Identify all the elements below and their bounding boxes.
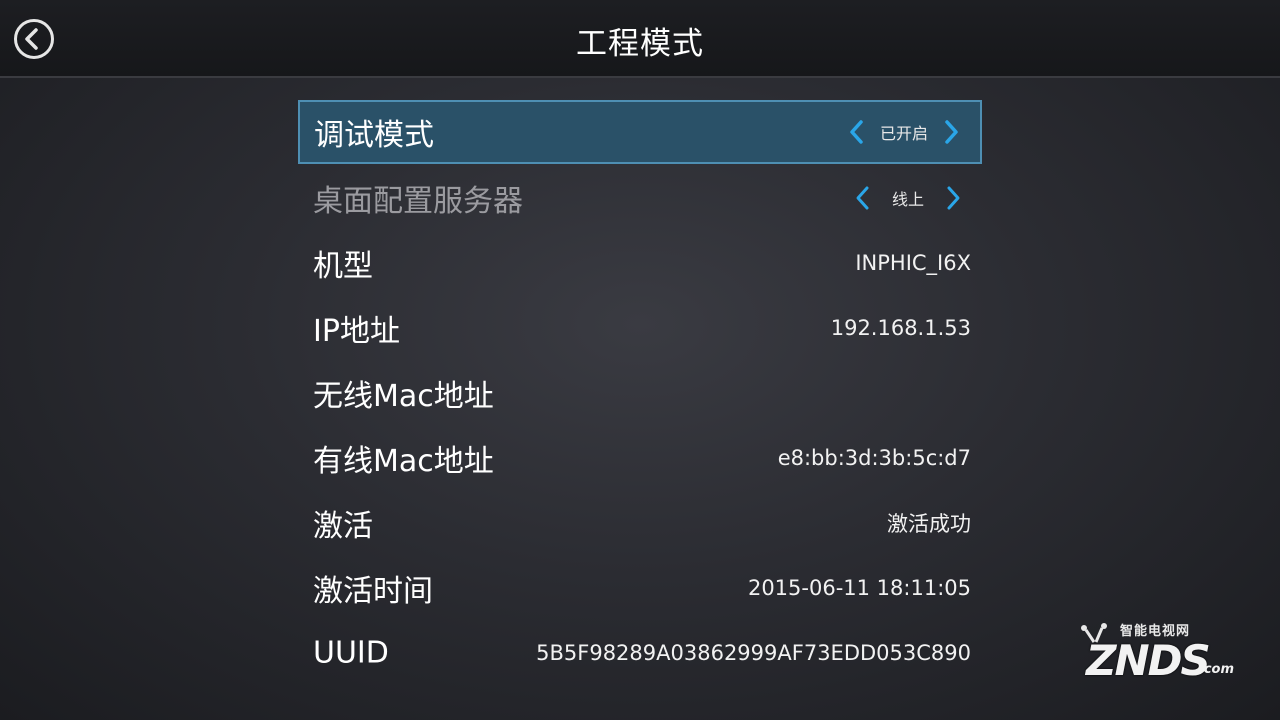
row-value: INPHIC_I6X — [855, 250, 971, 275]
watermark-suffix: .com — [1198, 662, 1234, 677]
settings-list: 调试模式 已开启 桌面配置服务器 线上 机型 INPHIC_I6X IP地址 1… — [298, 100, 982, 685]
row-model[interactable]: 机型 INPHIC_I6X — [298, 230, 982, 295]
row-label: 无线Mac地址 — [313, 378, 494, 414]
znds-watermark-logo: 智能电视网 ZNDS .com — [1068, 620, 1234, 690]
selector-value: 线上 — [891, 189, 924, 209]
debug-mode-selector[interactable]: 已开启 — [848, 117, 960, 147]
config-server-selector[interactable]: 线上 — [854, 183, 962, 213]
row-label: 机型 — [313, 248, 373, 284]
chevron-left-icon[interactable] — [848, 118, 866, 146]
chevron-left-icon[interactable] — [854, 184, 872, 212]
row-activation[interactable]: 激活 激活成功 — [298, 490, 982, 555]
row-label: 桌面配置服务器 — [313, 183, 523, 219]
row-activation-time[interactable]: 激活时间 2015-06-11 18:11:05 — [298, 555, 982, 620]
row-label: 有线Mac地址 — [313, 443, 494, 479]
row-value: e8:bb:3d:3b:5c:d7 — [777, 445, 971, 470]
row-debug-mode[interactable]: 调试模式 已开启 — [298, 100, 982, 164]
row-label: 调试模式 — [314, 118, 434, 153]
row-label: 激活时间 — [313, 573, 433, 609]
title-bar: 工程模式 — [0, 0, 1280, 78]
row-value: 2015-06-11 18:11:05 — [747, 575, 971, 600]
watermark-brand: ZNDS — [1086, 636, 1211, 685]
row-label: 激活 — [313, 508, 373, 544]
row-label: UUID — [313, 635, 389, 670]
chevron-right-icon[interactable] — [942, 118, 960, 146]
row-wired-mac[interactable]: 有线Mac地址 e8:bb:3d:3b:5c:d7 — [298, 425, 982, 490]
row-value: 激活成功 — [887, 511, 971, 536]
page-title: 工程模式 — [576, 26, 704, 62]
row-wireless-mac[interactable]: 无线Mac地址 — [298, 360, 982, 425]
row-uuid[interactable]: UUID 5B5F98289A03862999AF73EDD053C890 — [298, 620, 982, 685]
row-desktop-config-server[interactable]: 桌面配置服务器 线上 — [298, 165, 982, 230]
row-ip-address[interactable]: IP地址 192.168.1.53 — [298, 295, 982, 360]
selector-value: 已开启 — [879, 124, 928, 143]
row-value: 192.168.1.53 — [830, 315, 971, 340]
row-value: 5B5F98289A03862999AF73EDD053C890 — [536, 640, 971, 665]
row-label: IP地址 — [313, 313, 400, 349]
chevron-right-icon[interactable] — [944, 184, 962, 212]
